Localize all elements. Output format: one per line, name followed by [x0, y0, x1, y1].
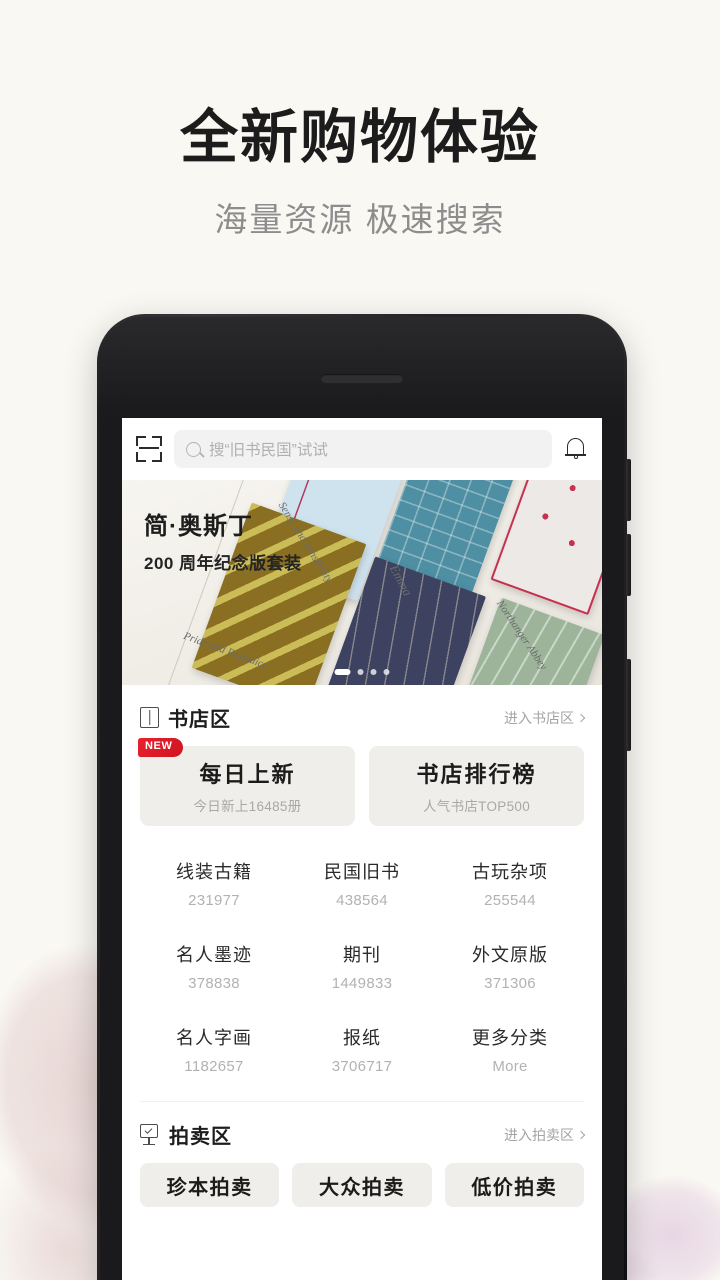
category-name: 更多分类	[472, 1028, 548, 1048]
promo-headline-block: 全新购物体验 海量资源 极速搜索	[0, 0, 720, 241]
search-input[interactable]: 搜“旧书民国”试试	[174, 430, 552, 468]
bookstore-title-group: 书店区	[140, 703, 231, 732]
banner-dot-3[interactable]	[370, 669, 377, 675]
promo-card-title: 每日上新	[199, 762, 296, 787]
phone-volume-up-button	[626, 459, 631, 521]
chevron-right-icon	[576, 713, 586, 722]
category-count: 1182657	[184, 1058, 244, 1075]
bookstore-promo-cards: NEW 每日上新 今日新上16485册 书店排行榜 人气书店TOP500	[138, 738, 584, 826]
hero-banner[interactable]: Sense and Sensibility Emma Northanger Ab…	[122, 480, 602, 685]
category-name: 民国旧书	[324, 862, 400, 882]
category-name: 报纸	[343, 1028, 381, 1048]
chevron-right-icon	[576, 1130, 586, 1139]
auction-more-label: 进入拍卖区	[504, 1126, 574, 1143]
phone-power-button	[626, 659, 631, 751]
category-count: 1449833	[331, 975, 393, 992]
promo-card-daily-new[interactable]: NEW 每日上新 今日新上16485册	[138, 738, 355, 826]
category-item[interactable]: 民国旧书 438564	[288, 858, 436, 909]
auction-section: 拍卖区 进入拍卖区 珍本拍卖 大众拍卖 低价拍卖	[122, 1102, 602, 1225]
category-item[interactable]: 古玩杂项 255544	[436, 858, 584, 909]
auction-title: 拍卖区	[169, 1126, 232, 1148]
category-item[interactable]: 报纸 3706717	[288, 1024, 436, 1075]
bookstore-section: 书店区 进入书店区 NEW 每日上新 今日新上16485册 书店排行榜 人气书店…	[122, 685, 602, 1102]
phone-mockup: 搜“旧书民国”试试 Sense and Sensibility Emma Nor…	[97, 314, 631, 1280]
new-badge: NEW	[138, 738, 184, 757]
category-name: 名人字画	[176, 1028, 252, 1048]
auction-section-header: 拍卖区 进入拍卖区	[140, 1102, 586, 1163]
promo-card-bookstore-ranking[interactable]: 书店排行榜 人气书店TOP500	[369, 746, 584, 826]
promo-subheadline: 海量资源 极速搜索	[214, 200, 506, 238]
category-item[interactable]: 名人墨迹 378838	[140, 941, 288, 992]
category-count: 3706717	[331, 1058, 393, 1075]
promo-headline: 全新购物体验	[179, 105, 540, 170]
search-placeholder: 搜“旧书民国”试试	[209, 442, 328, 459]
category-name: 外文原版	[472, 945, 548, 965]
phone-earpiece-speaker	[321, 374, 403, 383]
category-item[interactable]: 名人字画 1182657	[140, 1024, 288, 1075]
scan-icon[interactable]	[136, 436, 162, 462]
bookstore-section-header: 书店区 进入书店区	[140, 685, 586, 746]
category-count: 378838	[188, 975, 240, 992]
category-count: 371306	[484, 975, 536, 992]
category-grid: 线装古籍 231977 民国旧书 438564 古玩杂项 255544 名人墨迹…	[140, 826, 584, 1101]
category-item[interactable]: 线装古籍 231977	[140, 858, 288, 909]
auction-chip-lowprice[interactable]: 低价拍卖	[444, 1163, 584, 1207]
book-icon	[140, 707, 159, 728]
promo-card-title: 书店排行榜	[416, 762, 537, 787]
banner-text-block: 简·奥斯丁 200 周年纪念版套装	[144, 506, 302, 574]
category-name: 名人墨迹	[176, 945, 252, 965]
auction-sign-icon	[140, 1123, 160, 1146]
promo-card-subtitle: 人气书店TOP500	[422, 799, 531, 814]
banner-pagination[interactable]	[334, 669, 390, 675]
auction-chip-rare[interactable]: 珍本拍卖	[140, 1163, 280, 1207]
category-count: More	[492, 1058, 528, 1075]
banner-dot-2[interactable]	[357, 669, 364, 675]
phone-volume-down-button	[626, 534, 631, 596]
auction-chip-popular[interactable]: 大众拍卖	[292, 1163, 432, 1207]
promo-card-subtitle: 今日新上16485册	[193, 799, 302, 814]
banner-title: 简·奥斯丁	[144, 513, 253, 540]
category-item-more[interactable]: 更多分类 More	[436, 1024, 584, 1075]
search-icon	[186, 441, 201, 457]
notification-bell-icon[interactable]	[564, 436, 588, 462]
category-name: 期刊	[343, 945, 381, 965]
category-count: 231977	[188, 892, 240, 909]
category-item[interactable]: 外文原版 371306	[436, 941, 584, 992]
bookstore-more-link[interactable]: 进入书店区	[504, 708, 586, 728]
category-count: 255544	[484, 892, 536, 909]
banner-dot-1[interactable]	[334, 669, 351, 675]
auction-title-group: 拍卖区	[140, 1120, 232, 1149]
bookstore-title: 书店区	[168, 709, 231, 731]
category-name: 线装古籍	[176, 862, 252, 882]
bookstore-more-label: 进入书店区	[504, 709, 574, 726]
auction-more-link[interactable]: 进入拍卖区	[504, 1125, 586, 1145]
auction-chip-row: 珍本拍卖 大众拍卖 低价拍卖	[140, 1163, 584, 1225]
banner-subtitle: 200 周年纪念版套装	[144, 554, 302, 573]
category-count: 438564	[336, 892, 388, 909]
phone-screen: 搜“旧书民国”试试 Sense and Sensibility Emma Nor…	[122, 418, 602, 1280]
app-search-bar: 搜“旧书民国”试试	[122, 418, 602, 480]
category-item[interactable]: 期刊 1449833	[288, 941, 436, 992]
banner-dot-4[interactable]	[383, 669, 390, 675]
category-name: 古玩杂项	[472, 862, 548, 882]
